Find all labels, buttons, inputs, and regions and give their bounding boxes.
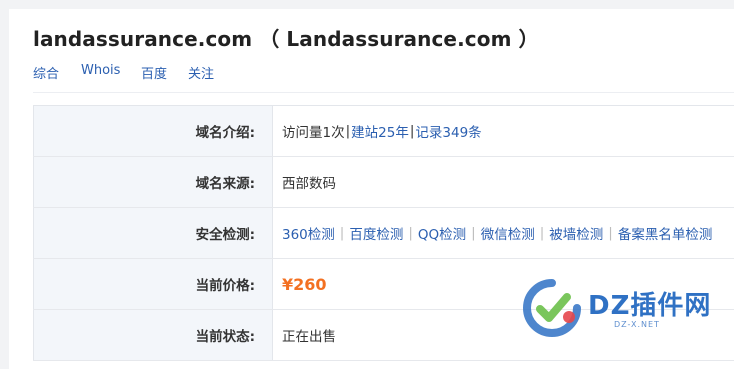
separator: | [339,225,345,241]
watermark-sub: DZ-X.NET [614,320,660,329]
intro-value: 访问量1次 | 建站25年 | 记录349条 [273,106,734,156]
intro-label: 域名介绍: [33,106,273,156]
records-link[interactable]: 记录349条 [415,121,481,141]
table-row-source: 域名来源: 西部数码 [33,157,734,208]
security-links: 360检测 | 百度检测 | QQ检测 | 微信检测 | 被墙检测 | 备案黑名单检测 [273,208,734,258]
check-wall-link[interactable]: 被墙检测 [549,223,603,243]
security-label: 安全检测: [33,208,273,258]
check-qq-link[interactable]: QQ检测 [418,223,466,243]
tab-overview[interactable]: 综合 [33,63,59,82]
divider [33,92,734,93]
source-value: 西部数码 [282,176,336,192]
check-icp-blacklist-link[interactable]: 备案黑名单检测 [618,223,713,243]
price-label: 当前价格: [33,259,273,309]
check-baidu-link[interactable]: 百度检测 [349,223,403,243]
watermark-brand: DZ插件网 [588,291,712,321]
page-title: landassurance.com （ Landassurance.com ） [33,27,539,51]
watermark-logo-icon [523,279,581,337]
watermark: DZ插件网 DZ-X.NET [521,277,731,337]
separator: | [539,225,545,241]
separator: | [471,225,476,241]
tab-whois[interactable]: Whois [81,63,120,78]
check-wechat-link[interactable]: 微信检测 [481,223,535,243]
build-years-link[interactable]: 建站25年 [351,121,409,141]
visit-count: 访问量1次 [282,125,345,141]
tab-follow[interactable]: 关注 [188,63,214,82]
price-value: ¥260 [282,274,327,294]
tab-baidu[interactable]: 百度 [141,63,167,82]
table-row-intro: 域名介绍: 访问量1次 | 建站25年 | 记录349条 [33,106,734,157]
check-360-link[interactable]: 360检测 [282,223,335,243]
separator: | [608,225,613,241]
separator: | [409,123,415,139]
source-label: 域名来源: [33,157,273,207]
separator: | [408,225,413,241]
status-label: 当前状态: [33,310,273,360]
separator: | [345,123,351,139]
table-row-security: 安全检测: 360检测 | 百度检测 | QQ检测 | 微信检测 | 被墙检测 | 备案黑名单检测 [33,208,734,259]
